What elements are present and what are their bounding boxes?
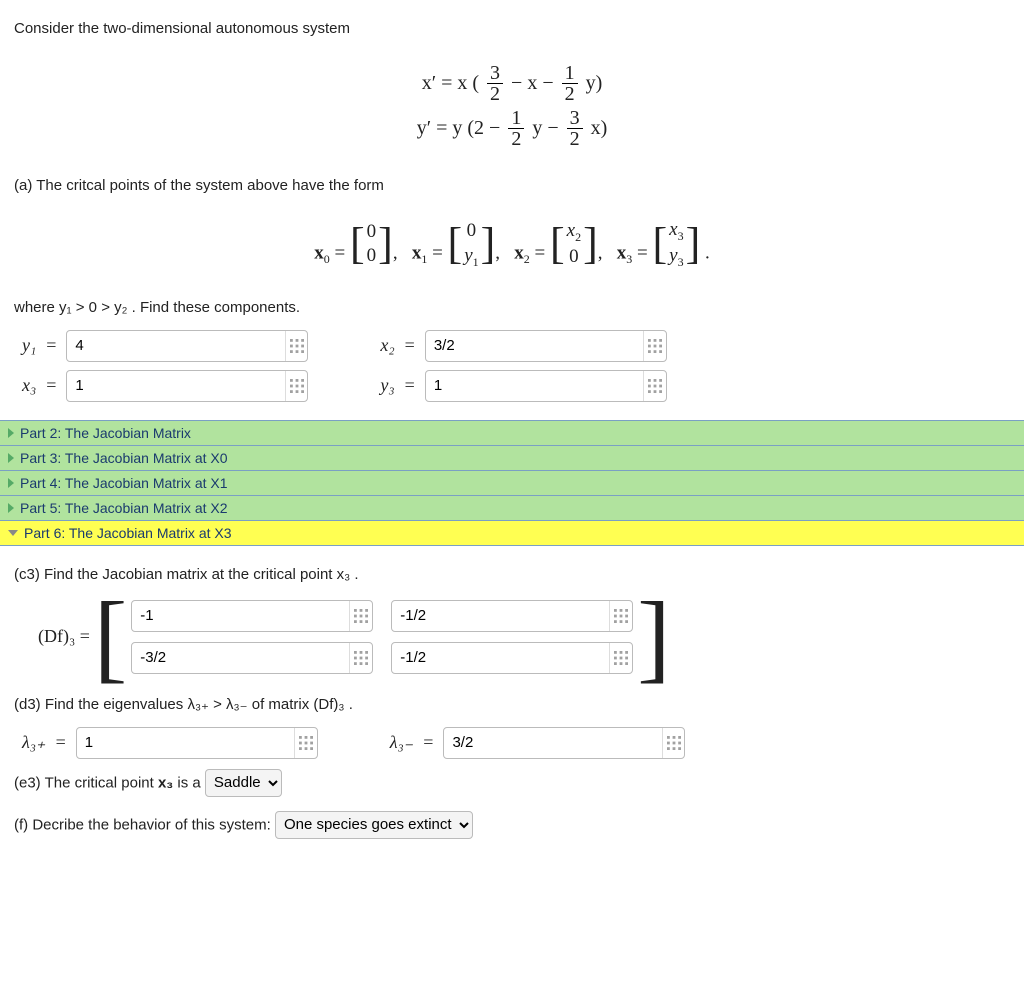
input-lambda3plus <box>76 727 318 759</box>
c3-text: (c3) Find the Jacobian matrix at the cri… <box>14 566 1010 583</box>
keypad-icon[interactable] <box>349 601 372 631</box>
keypad-icon[interactable] <box>609 601 632 631</box>
accordion-part-2[interactable]: Part 2: The Jacobian Matrix <box>0 421 1024 446</box>
chevron-down-icon <box>8 530 18 536</box>
chevron-right-icon <box>8 478 14 488</box>
label-lambda3plus: λ₃₊ <box>22 732 46 753</box>
accordion: Part 2: The Jacobian Matrix Part 3: The … <box>0 420 1024 546</box>
chevron-right-icon <box>8 428 14 438</box>
keypad-icon[interactable] <box>294 728 317 758</box>
label-Df3: (Df)₃ = <box>38 626 90 647</box>
accordion-part-4[interactable]: Part 4: The Jacobian Matrix at X1 <box>0 471 1024 496</box>
label-lambda3minus: λ₃₋ <box>390 732 414 753</box>
right-bracket: ] <box>633 597 674 677</box>
eq-row-2: y′ = y (2 − 12 y − 32 x) <box>14 108 1010 149</box>
input-x2 <box>425 330 667 362</box>
keypad-icon[interactable] <box>643 331 666 361</box>
eq-row-1: x′ = x ( 32 − x − 12 y) <box>14 63 1010 104</box>
part-a-text: (a) The critcal points of the system abo… <box>14 177 1010 194</box>
keypad-icon[interactable] <box>285 371 308 401</box>
accordion-part-5[interactable]: Part 5: The Jacobian Matrix at X2 <box>0 496 1024 521</box>
accordion-part-6[interactable]: Part 6: The Jacobian Matrix at X3 <box>0 521 1024 546</box>
label-y1: y₁ <box>22 335 36 356</box>
critical-points: x0 = [00], x1 = [0y1], x2 = [x20], x3 = … <box>14 208 1010 289</box>
accordion-part-3[interactable]: Part 3: The Jacobian Matrix at X0 <box>0 446 1024 471</box>
label-x2: x₂ <box>380 335 394 356</box>
input-x3 <box>66 370 308 402</box>
input-y1 <box>66 330 308 362</box>
chevron-right-icon <box>8 503 14 513</box>
f-line: (f) Decribe the behavior of this system:… <box>14 811 1010 839</box>
input-y3 <box>425 370 667 402</box>
input-m22 <box>391 642 633 674</box>
input-lambda3minus <box>443 727 685 759</box>
keypad-icon[interactable] <box>609 643 632 673</box>
where-text: where y₁ > 0 > y₂ . Find these component… <box>14 299 1010 316</box>
label-x3: x₃ <box>22 375 36 396</box>
chevron-right-icon <box>8 453 14 463</box>
keypad-icon[interactable] <box>285 331 308 361</box>
equations: x′ = x ( 32 − x − 12 y) y′ = y (2 − 12 y… <box>14 51 1010 167</box>
input-m21 <box>131 642 373 674</box>
intro-text: Consider the two-dimensional autonomous … <box>14 20 1010 37</box>
e3-line: (e3) The critical point x₃ is a Saddle <box>14 769 1010 797</box>
d3-text: (d3) Find the eigenvalues λ₃₊ > λ₃₋ of m… <box>14 695 1010 713</box>
select-behavior[interactable]: One species goes extinct <box>275 811 473 839</box>
keypad-icon[interactable] <box>643 371 666 401</box>
left-bracket: [ <box>90 597 131 677</box>
label-y3: y₃ <box>380 375 394 396</box>
input-m12 <box>391 600 633 632</box>
keypad-icon[interactable] <box>662 728 685 758</box>
select-critical-point-type[interactable]: Saddle <box>205 769 282 797</box>
keypad-icon[interactable] <box>349 643 372 673</box>
input-m11 <box>131 600 373 632</box>
